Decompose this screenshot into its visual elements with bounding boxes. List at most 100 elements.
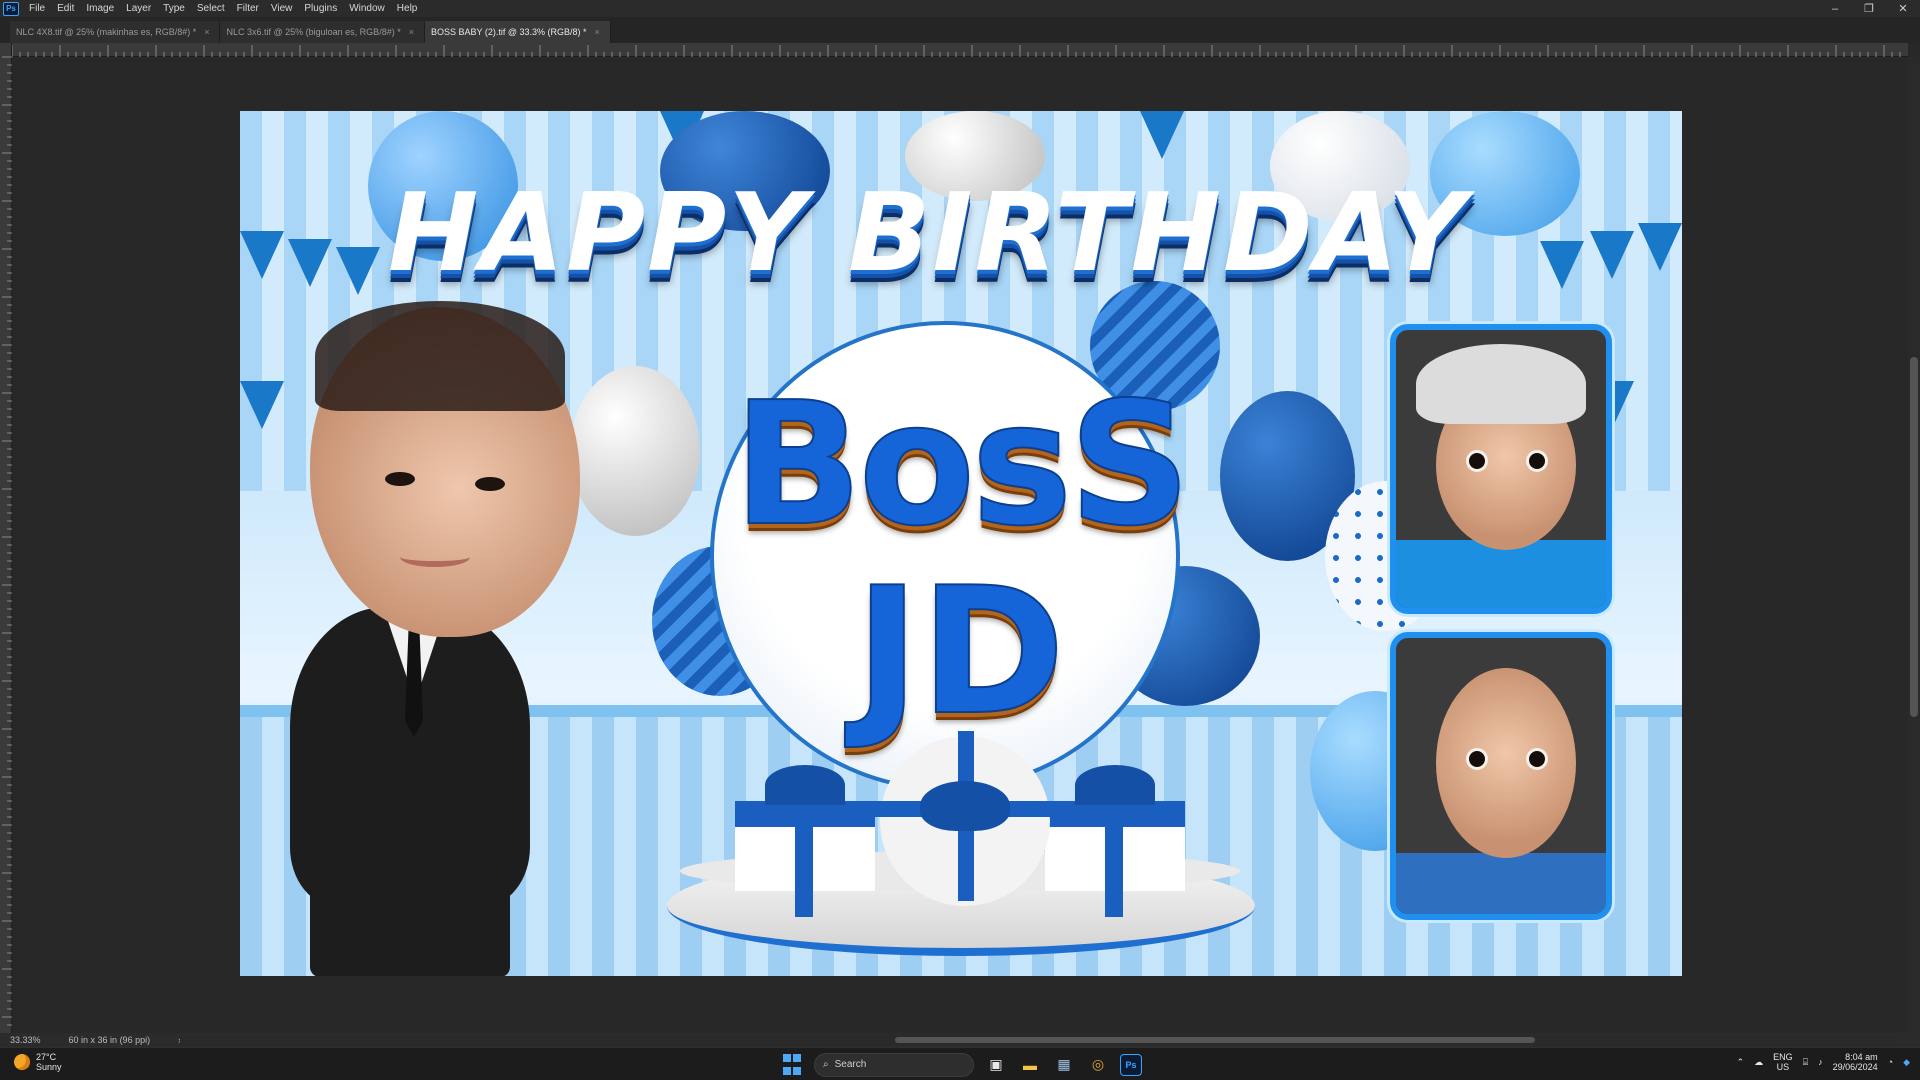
taskbar-search[interactable]: ⌕ Search bbox=[814, 1052, 974, 1077]
name-line-2: JD bbox=[854, 550, 1066, 755]
baby-legs bbox=[310, 887, 510, 976]
menu-help[interactable]: Help bbox=[391, 3, 424, 14]
photo-eye bbox=[1466, 450, 1488, 472]
photo-eye bbox=[1526, 748, 1548, 770]
chrome-icon[interactable]: ◎ bbox=[1086, 1053, 1110, 1077]
ruler-ticks bbox=[11, 45, 1901, 57]
gift-box bbox=[1045, 765, 1185, 917]
menu-filter[interactable]: Filter bbox=[231, 3, 265, 14]
restore-button[interactable]: ❐ bbox=[1852, 0, 1886, 17]
scrollbar-thumb[interactable] bbox=[895, 1037, 1535, 1043]
horizontal-scrollbar[interactable] bbox=[180, 1035, 1900, 1045]
gift-box bbox=[735, 765, 875, 917]
weather-desc: Sunny bbox=[36, 1062, 62, 1072]
file-explorer-icon[interactable]: ▬ bbox=[1018, 1053, 1042, 1077]
photo-shirt bbox=[1396, 540, 1606, 608]
menu-layer[interactable]: Layer bbox=[120, 3, 157, 14]
calculator-icon[interactable]: ▦ bbox=[1052, 1053, 1076, 1077]
document-tab-bar: NLC 4X8.tif @ 25% (makinhas es, RGB/8#) … bbox=[0, 17, 1920, 43]
gift-bow bbox=[765, 765, 845, 805]
menu-window[interactable]: Window bbox=[343, 3, 391, 14]
system-tray: ⌃ ☁ ENG US ⌸ ♪ 8:04 am 29/06/2024 ◔ ◆ bbox=[1737, 1052, 1910, 1072]
copilot-icon[interactable]: ◆ bbox=[1903, 1057, 1910, 1068]
clock[interactable]: 8:04 am 29/06/2024 bbox=[1833, 1052, 1878, 1072]
lang-bottom: US bbox=[1776, 1062, 1790, 1072]
gift-ribbon bbox=[1105, 801, 1123, 917]
tab-close-icon[interactable]: × bbox=[409, 27, 414, 37]
bunting-flag bbox=[288, 239, 332, 287]
menu-plugins[interactable]: Plugins bbox=[298, 3, 343, 14]
baby-hair bbox=[315, 301, 565, 411]
baby-eye bbox=[475, 477, 505, 491]
clock-date: 29/06/2024 bbox=[1832, 1062, 1878, 1072]
menu-select[interactable]: Select bbox=[191, 3, 231, 14]
volume-icon[interactable]: ♪ bbox=[1818, 1057, 1823, 1067]
heart-bow bbox=[920, 781, 1010, 831]
photo-frame-top bbox=[1390, 324, 1612, 614]
minimize-button[interactable]: – bbox=[1818, 0, 1852, 17]
clock-time: 8:04 am bbox=[1845, 1052, 1878, 1062]
baby-mouth bbox=[400, 547, 470, 567]
zoom-level[interactable]: 33.33% bbox=[10, 1035, 41, 1045]
task-view-icon[interactable]: ▣ bbox=[984, 1053, 1008, 1077]
scrollbar-thumb[interactable] bbox=[1910, 357, 1918, 717]
gift-bow bbox=[1075, 765, 1155, 805]
name-line-1: BosS bbox=[732, 365, 1192, 565]
bunting-flag bbox=[1638, 223, 1682, 271]
tab-close-icon[interactable]: × bbox=[204, 27, 209, 37]
document-size: 60 in x 36 in (96 ppi) bbox=[68, 1035, 151, 1045]
onedrive-icon[interactable]: ☁ bbox=[1754, 1057, 1763, 1068]
taskbar-apps: ⌕ Search ▣ ▬ ▦ ◎ Ps bbox=[780, 1051, 1142, 1078]
bunting-flag bbox=[1140, 111, 1184, 159]
menu-type[interactable]: Type bbox=[157, 3, 191, 14]
birthday-title: HAPPY BIRTHDAY bbox=[388, 171, 1468, 296]
vertical-ruler[interactable] bbox=[0, 43, 12, 1033]
photo-eye bbox=[1526, 450, 1548, 472]
photo-shirt bbox=[1396, 853, 1606, 914]
chevron-up-icon[interactable]: ⌃ bbox=[1737, 1057, 1745, 1068]
windows-start-icon[interactable] bbox=[780, 1053, 804, 1077]
search-placeholder: Search bbox=[834, 1059, 867, 1070]
menu-view[interactable]: View bbox=[265, 3, 299, 14]
ruler-ticks bbox=[2, 56, 12, 1026]
bunting-flag bbox=[240, 231, 284, 279]
menu-image[interactable]: Image bbox=[80, 3, 120, 14]
photo-cap bbox=[1416, 344, 1586, 424]
menu-file[interactable]: File bbox=[23, 3, 51, 14]
tab-close-icon[interactable]: × bbox=[595, 27, 600, 37]
bunting-flag bbox=[1590, 231, 1634, 279]
tab-label: BOSS BABY (2).tif @ 33.3% (RGB/8) * bbox=[430, 27, 587, 37]
weather-temp: 27°C bbox=[36, 1052, 57, 1062]
baby-eye bbox=[385, 472, 415, 486]
horizontal-ruler[interactable] bbox=[11, 43, 1908, 57]
tab-nlc-3x6[interactable]: NLC 3x6.tif @ 25% (biguloan es, RGB/8#) … bbox=[220, 21, 425, 43]
menu-bar: Ps File Edit Image Layer Type Select Fil… bbox=[0, 0, 1920, 17]
photoshop-logo-icon: Ps bbox=[3, 1, 19, 16]
language-indicator[interactable]: ENG US bbox=[1773, 1052, 1793, 1072]
tab-label: NLC 4X8.tif @ 25% (makinhas es, RGB/8#) … bbox=[16, 27, 197, 37]
bunting-flag bbox=[336, 247, 380, 295]
menu-edit[interactable]: Edit bbox=[51, 3, 80, 14]
document-canvas[interactable]: HAPPY BIRTHDAY BosS JD bbox=[240, 111, 1682, 976]
window-controls: – ❐ ✕ bbox=[1818, 0, 1920, 17]
close-button[interactable]: ✕ bbox=[1886, 0, 1920, 17]
tab-nlc-4x8[interactable]: NLC 4X8.tif @ 25% (makinhas es, RGB/8#) … bbox=[10, 21, 221, 43]
tab-boss-baby[interactable]: BOSS BABY (2).tif @ 33.3% (RGB/8) * × bbox=[424, 21, 611, 43]
gift-ribbon bbox=[795, 801, 813, 917]
network-icon[interactable]: ⌸ bbox=[1803, 1057, 1808, 1068]
search-icon: ⌕ bbox=[823, 1059, 829, 1070]
bunting-flag bbox=[1540, 241, 1584, 289]
photo-frame-bottom bbox=[1390, 632, 1612, 920]
sun-icon bbox=[14, 1054, 30, 1070]
weather-widget[interactable]: 27°C Sunny bbox=[14, 1052, 62, 1072]
boss-baby-figure bbox=[270, 301, 590, 976]
lang-top: ENG bbox=[1773, 1052, 1793, 1062]
vertical-scrollbar[interactable] bbox=[1908, 57, 1920, 1033]
status-bar: 33.33% 60 in x 36 in (96 ppi) › bbox=[0, 1033, 1920, 1047]
photo-eye bbox=[1466, 748, 1488, 770]
photoshop-taskbar-icon[interactable]: Ps bbox=[1120, 1053, 1142, 1076]
windows-taskbar: 27°C Sunny ⌕ Search ▣ ▬ ▦ ◎ Ps ⌃ ☁ ENG U… bbox=[0, 1047, 1920, 1080]
tab-label: NLC 3x6.tif @ 25% (biguloan es, RGB/8#) … bbox=[226, 27, 401, 37]
photo-face bbox=[1436, 668, 1576, 858]
notification-icon[interactable]: ◔ bbox=[1888, 1057, 1893, 1067]
